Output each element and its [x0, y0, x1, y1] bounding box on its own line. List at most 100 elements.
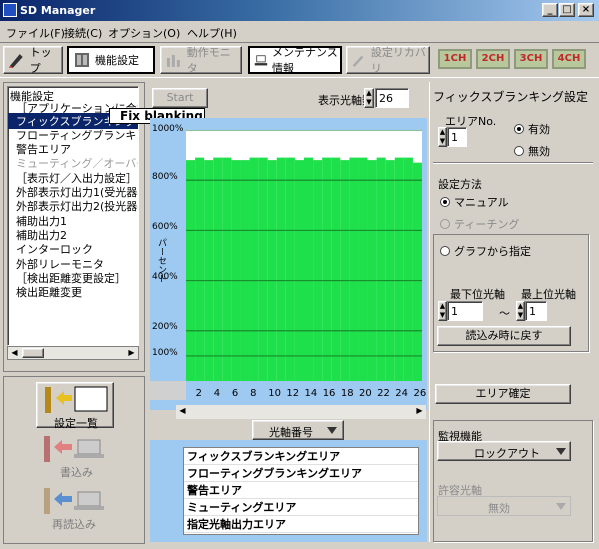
y-tick-label: 200% [152, 322, 178, 332]
list-item[interactable]: フローティングブランキングエリア [184, 465, 418, 482]
channel-4-button[interactable]: 4CH [552, 49, 586, 69]
x-tick-label: 22 [377, 388, 390, 399]
app-icon [3, 3, 17, 17]
enabled-label: 有効 [528, 123, 550, 136]
monitor-dropdown[interactable]: ロックアウト [437, 441, 571, 461]
list-item[interactable]: フィックスブランキングエリア [184, 448, 418, 465]
enabled-radio[interactable]: 有効 [514, 121, 550, 137]
reread-label: 再読込み [52, 518, 96, 531]
lowest-beam-label: 最下位光軸 [450, 288, 505, 301]
permit-dropdown[interactable]: 無効 [437, 496, 571, 516]
horizontal-scrollbar[interactable]: ◀ ▶ [7, 346, 139, 360]
start-button[interactable]: Start [152, 88, 208, 108]
write-button[interactable]: 書込み [36, 432, 114, 479]
chart-scroll-right-icon[interactable]: ▶ [414, 406, 425, 418]
chart-bar [385, 160, 395, 381]
chart-bar [285, 157, 295, 381]
display-beams-input[interactable]: 26 [375, 88, 409, 108]
list-item[interactable]: 外部表示灯出力2(投光器-L [16, 198, 138, 214]
from-graph-label: グラフから指定 [454, 245, 531, 258]
chart-bar [331, 157, 341, 381]
write-icon [44, 436, 104, 462]
laptop-icon [254, 55, 268, 66]
teaching-radio[interactable]: ティーチング [440, 216, 519, 232]
function-tree-list[interactable]: 機能設定 ［アプリケーションに合わせた フィックスブランキング フローティングブ… [7, 86, 139, 346]
list-item[interactable]: インターロック [16, 241, 93, 257]
menu-file[interactable]: ファイル(F) [6, 25, 65, 41]
chart-bar [240, 160, 250, 381]
pencil-icon [8, 54, 23, 68]
list-item[interactable]: 検出距離変更 [16, 284, 82, 300]
area-no-input[interactable]: 1 [447, 127, 467, 147]
y-tick-label: 100% [152, 348, 178, 358]
highest-input[interactable]: 1 [525, 301, 547, 321]
menu-connect[interactable]: 接続(C) [64, 25, 102, 41]
y-tick-label: 600% [152, 222, 178, 232]
maintenance-info-label: メンテナンス情報 [271, 46, 338, 75]
manual-label: マニュアル [454, 196, 509, 209]
channel-1-button[interactable]: 1CH [438, 49, 472, 69]
top-label: トップ [29, 46, 52, 75]
scroll-thumb[interactable] [22, 348, 44, 358]
operation-monitor-button[interactable]: 動作モニタ [160, 46, 242, 75]
maximize-button[interactable]: □ [559, 3, 575, 17]
chart-bar [267, 160, 277, 381]
x-tick-label: 12 [286, 388, 300, 399]
close-button[interactable]: × [578, 3, 594, 17]
x-tick-label: 14 [304, 388, 318, 399]
menu-help[interactable]: ヘルプ(H) [187, 25, 237, 41]
reread-button[interactable]: 再読込み [36, 484, 114, 531]
axis-dropdown[interactable]: 光軸番号 [252, 420, 344, 440]
minimize-button[interactable]: _ [542, 3, 558, 17]
function-settings-button[interactable]: 機能設定 [67, 46, 155, 74]
channel-3-button[interactable]: 3CH [514, 49, 548, 69]
radio-unchecked-icon [514, 146, 524, 156]
x-tick-label: 18 [340, 388, 354, 399]
scroll-left-icon[interactable]: ◀ [9, 348, 20, 358]
chart-bar [249, 157, 259, 381]
chart-scroll-left-icon[interactable]: ◀ [177, 406, 188, 418]
monitor-bars-icon [166, 55, 180, 67]
highest-beam-label: 最上位光軸 [521, 288, 576, 301]
list-item[interactable]: 指定光軸出力エリア [184, 516, 418, 533]
restore-button[interactable]: 読込み時に戻す [437, 326, 571, 346]
chart-scrollbar[interactable]: ◀ ▶ [176, 405, 426, 419]
chart-bar [213, 157, 223, 381]
settings-list-button[interactable]: 設定一覧 [36, 382, 114, 430]
chart-bar [367, 160, 377, 381]
disabled-label: 無効 [528, 145, 550, 158]
panel-icon [75, 53, 89, 67]
area-list[interactable]: フィックスブランキングエリア フローティングブランキングエリア 警告エリア ミュ… [183, 447, 419, 535]
x-tick-label: 8 [250, 388, 257, 399]
from-graph-radio[interactable]: グラフから指定 [440, 243, 531, 259]
disabled-radio[interactable]: 無効 [514, 143, 550, 159]
settings-recovery-button[interactable]: 設定リカバリ [346, 46, 430, 75]
lowest-input[interactable]: 1 [447, 301, 483, 321]
radio-unchecked-icon [440, 246, 450, 256]
lowest-spinner[interactable]: ▲ ▼ [438, 301, 447, 321]
top-button[interactable]: トップ [3, 46, 63, 75]
settings-list-label: 設定一覧 [54, 417, 98, 430]
list-item[interactable]: ミューティング／オーバーライド [16, 155, 138, 171]
x-tick-label: 24 [395, 388, 409, 399]
permit-value: 無効 [488, 502, 510, 515]
display-beams-spinner[interactable]: ▲ ▼ [364, 88, 374, 108]
y-tick-label: 1000% [152, 124, 184, 134]
chart-plot [186, 130, 422, 381]
chart-bar [304, 157, 314, 381]
chart-bar [376, 157, 386, 381]
area-no-spinner[interactable]: ▲ ▼ [438, 127, 447, 147]
area-confirm-button[interactable]: エリア確定 [435, 384, 571, 404]
menu-options[interactable]: オプション(O) [108, 25, 180, 41]
highest-spinner[interactable]: ▲ ▼ [516, 301, 525, 321]
beam-chart[interactable]: 1000% 800% 600% 400% 200% 100% パーセント 246… [150, 118, 427, 410]
list-item[interactable]: 警告エリア [184, 482, 418, 499]
scroll-right-icon[interactable]: ▶ [126, 348, 137, 358]
list-item[interactable]: ミューティングエリア [184, 499, 418, 516]
window-title: SD Manager [20, 4, 96, 17]
manual-radio[interactable]: マニュアル [440, 194, 509, 210]
radio-checked-icon [514, 124, 524, 134]
maintenance-info-button[interactable]: メンテナンス情報 [248, 46, 342, 75]
chart-bar [412, 162, 422, 381]
channel-2-button[interactable]: 2CH [476, 49, 510, 69]
